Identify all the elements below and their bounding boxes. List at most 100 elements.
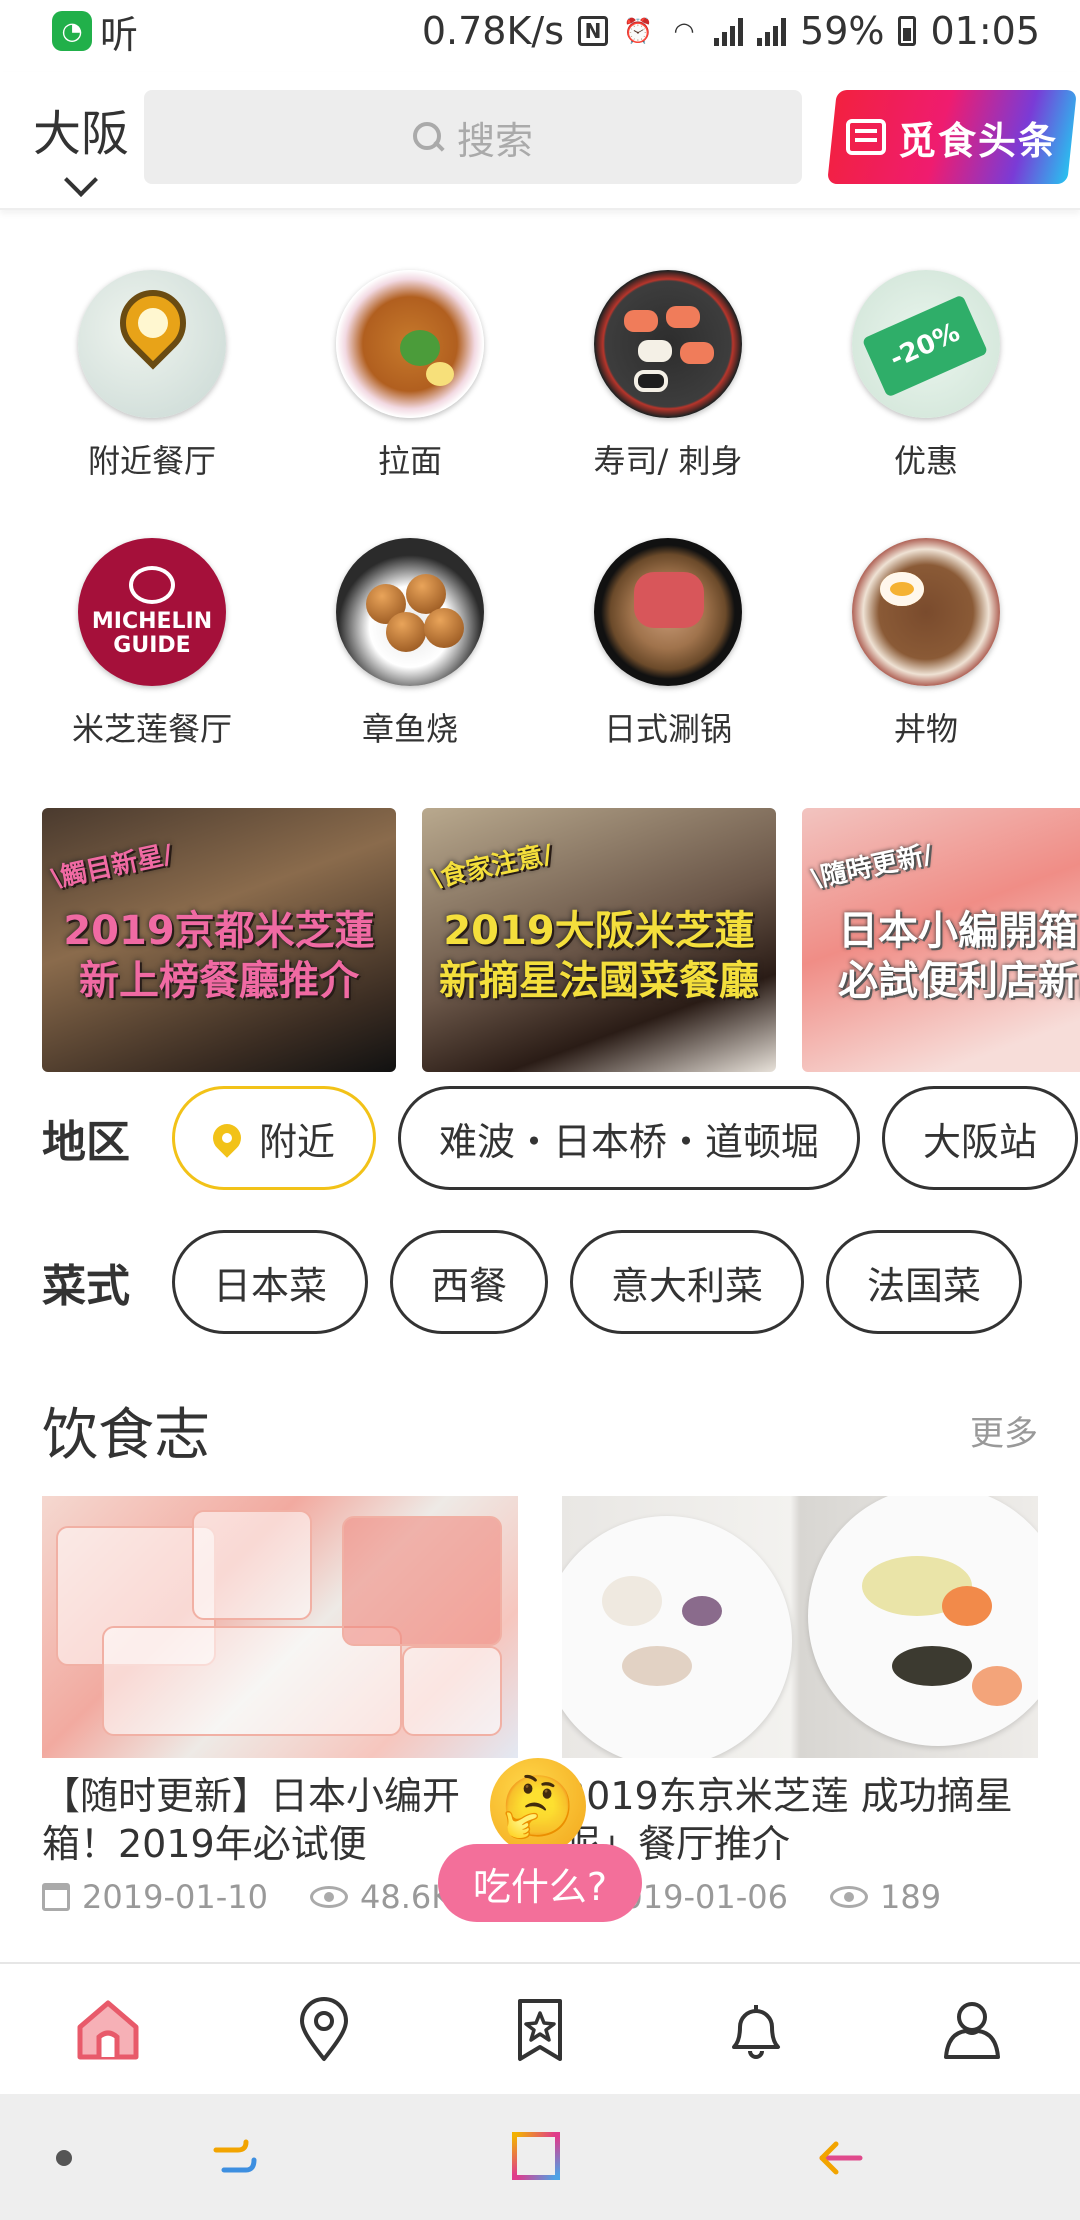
map-pin-icon	[78, 270, 226, 418]
back-icon[interactable]	[814, 2134, 864, 2182]
banner-title: 2019京都米芝蓮 新上榜餐廳推介	[42, 906, 396, 1006]
article-date: 2019-01-10	[82, 1878, 268, 1916]
status-app-label: 听	[100, 12, 139, 57]
tab-notifications[interactable]	[648, 1964, 864, 2094]
bottom-tab-bar	[0, 1962, 1080, 2094]
category-takoyaki[interactable]: 章鱼烧	[310, 538, 510, 750]
search-icon	[412, 122, 443, 152]
category-label: 寿司/ 刺身	[593, 442, 743, 480]
category-nearby[interactable]: 附近餐厅	[52, 270, 252, 482]
views-icon	[309, 1886, 348, 1908]
clock: 01:05	[930, 9, 1040, 53]
city-selector[interactable]: 大阪	[26, 94, 136, 197]
chip-label: 日本菜	[213, 1263, 328, 1308]
tab-profile[interactable]	[864, 1964, 1080, 2094]
system-nav-bar	[0, 2094, 1080, 2220]
what-to-eat-label: 吃什么?	[438, 1844, 642, 1922]
nav-dot-icon[interactable]	[56, 2150, 72, 2166]
tab-home[interactable]	[0, 1964, 216, 2094]
wifi-icon: ◠	[673, 17, 695, 45]
category-sushi[interactable]: 寿司/ 刺身	[568, 270, 768, 482]
views-icon	[829, 1886, 868, 1908]
alarm-icon: ⏰	[623, 17, 653, 45]
banner-tag: \隨時更新/	[808, 839, 936, 895]
banner-title-line: 日本小編開箱	[838, 908, 1078, 954]
journal-header: 饮食志 更多	[42, 1390, 1038, 1470]
category-label: 优惠	[893, 442, 958, 480]
article-views: 189	[879, 1878, 942, 1916]
chip-label: 大阪站	[923, 1119, 1038, 1164]
banner-title-line: 新摘星法國菜餐廳	[439, 958, 759, 1004]
bell-icon	[732, 2005, 780, 2059]
category-michelin[interactable]: MICHELIN GUIDE 米芝莲餐厅	[52, 538, 252, 750]
region-chip-nearby[interactable]: 附近	[172, 1086, 377, 1190]
chip-label: 意大利菜	[611, 1263, 764, 1308]
status-bar: ◔ 听 0.78K/s N ⏰ ◠ 59% 01:05	[0, 0, 1080, 62]
banner-carousel[interactable]: \觸目新星/ 2019京都米芝蓮 新上榜餐廳推介 \食家注意/ 2019大阪米芝…	[42, 808, 1080, 1072]
banner-title-line: 2019大阪米芝蓮	[443, 908, 755, 954]
tab-saved[interactable]	[432, 1964, 648, 2094]
chip-label: 西餐	[431, 1263, 508, 1308]
banner-card[interactable]: \隨時更新/ 日本小編開箱 必試便利店新品	[802, 808, 1080, 1072]
net-speed: 0.78K/s	[421, 9, 565, 53]
tab-nearby[interactable]	[216, 1964, 432, 2094]
thinking-face-icon: 🤔	[490, 1758, 586, 1854]
category-ramen[interactable]: 拉面	[310, 270, 510, 482]
cuisine-chip-western[interactable]: 西餐	[390, 1230, 549, 1334]
food-headlines-button[interactable]: 觅食头条	[827, 90, 1077, 184]
donburi-icon	[852, 538, 1000, 686]
chevron-down-icon	[64, 163, 98, 197]
city-name: 大阪	[32, 106, 129, 162]
home-icon	[77, 2000, 139, 2060]
journal-more-link[interactable]: 更多	[970, 1406, 1038, 1455]
nfc-icon: N	[578, 16, 609, 46]
battery-icon	[898, 16, 917, 46]
search-bar[interactable]: 搜索	[144, 90, 802, 184]
region-filter: 地区 附近 难波・日本桥・道顿堀 大阪站	[0, 1083, 1080, 1193]
recent-apps-icon[interactable]	[210, 2134, 260, 2182]
location-icon	[300, 1997, 348, 2061]
category-deals[interactable]: -20% 优惠	[826, 270, 1026, 482]
cuisine-chip-french[interactable]: 法国菜	[826, 1230, 1023, 1334]
category-label: 拉面	[377, 442, 442, 480]
journal-title: 饮食志	[42, 1402, 210, 1468]
banner-card[interactable]: \食家注意/ 2019大阪米芝蓮 新摘星法國菜餐廳	[422, 808, 776, 1072]
category-shabu[interactable]: 日式涮锅	[568, 538, 768, 750]
cuisine-filter-label: 菜式	[42, 1261, 130, 1312]
banner-card[interactable]: \觸目新星/ 2019京都米芝蓮 新上榜餐廳推介	[42, 808, 396, 1072]
banner-title: 日本小編開箱 必試便利店新品	[802, 906, 1080, 1006]
location-pin-icon	[207, 1118, 247, 1158]
chip-label: 难波・日本桥・道顿堀	[439, 1119, 820, 1164]
cuisine-chip-japanese[interactable]: 日本菜	[172, 1230, 369, 1334]
news-card-icon	[846, 119, 886, 155]
calendar-icon	[42, 1883, 70, 1911]
search-placeholder: 搜索	[456, 118, 533, 163]
banner-title-line: 必試便利店新品	[838, 958, 1080, 1004]
category-label: 米芝莲餐厅	[71, 710, 232, 748]
region-chip-namba[interactable]: 难波・日本桥・道顿堀	[398, 1086, 861, 1190]
signal-icon	[714, 16, 744, 46]
michelin-badge-text: MICHELIN GUIDE	[91, 609, 213, 658]
app-screen: ◔ 听 0.78K/s N ⏰ ◠ 59% 01:05 大阪 搜索 觅食头条 附…	[0, 0, 1080, 2220]
category-label: 日式涮锅	[603, 710, 732, 748]
banner-title-line: 2019京都米芝蓮	[63, 908, 375, 954]
banner-title: 2019大阪米芝蓮 新摘星法國菜餐廳	[422, 906, 776, 1006]
chip-label: 法国菜	[867, 1263, 982, 1308]
status-right: 0.78K/s N ⏰ ◠ 59% 01:05	[422, 9, 1040, 53]
bookmark-star-icon	[518, 1999, 562, 2061]
top-header: 大阪 搜索 觅食头条	[0, 72, 1080, 210]
battery-percent: 59%	[800, 9, 885, 53]
article-thumbnail	[562, 1496, 1038, 1758]
category-donburi[interactable]: 丼物	[826, 538, 1026, 750]
what-to-eat-button[interactable]: 🤔 吃什么?	[438, 1758, 642, 1922]
status-left: ◔ 听	[52, 4, 138, 59]
cuisine-chip-italian[interactable]: 意大利菜	[570, 1230, 805, 1334]
michelin-icon: MICHELIN GUIDE	[78, 538, 226, 686]
coupon-icon: -20%	[852, 270, 1000, 418]
region-chip-osaka-station[interactable]: 大阪站	[882, 1086, 1079, 1190]
food-headlines-label: 觅食头条	[898, 118, 1059, 163]
shabu-icon	[594, 538, 742, 686]
cuisine-filter: 菜式 日本菜 西餐 意大利菜 法国菜	[0, 1227, 1080, 1337]
category-label: 丼物	[893, 710, 958, 748]
home-nav-icon[interactable]	[512, 2132, 560, 2180]
